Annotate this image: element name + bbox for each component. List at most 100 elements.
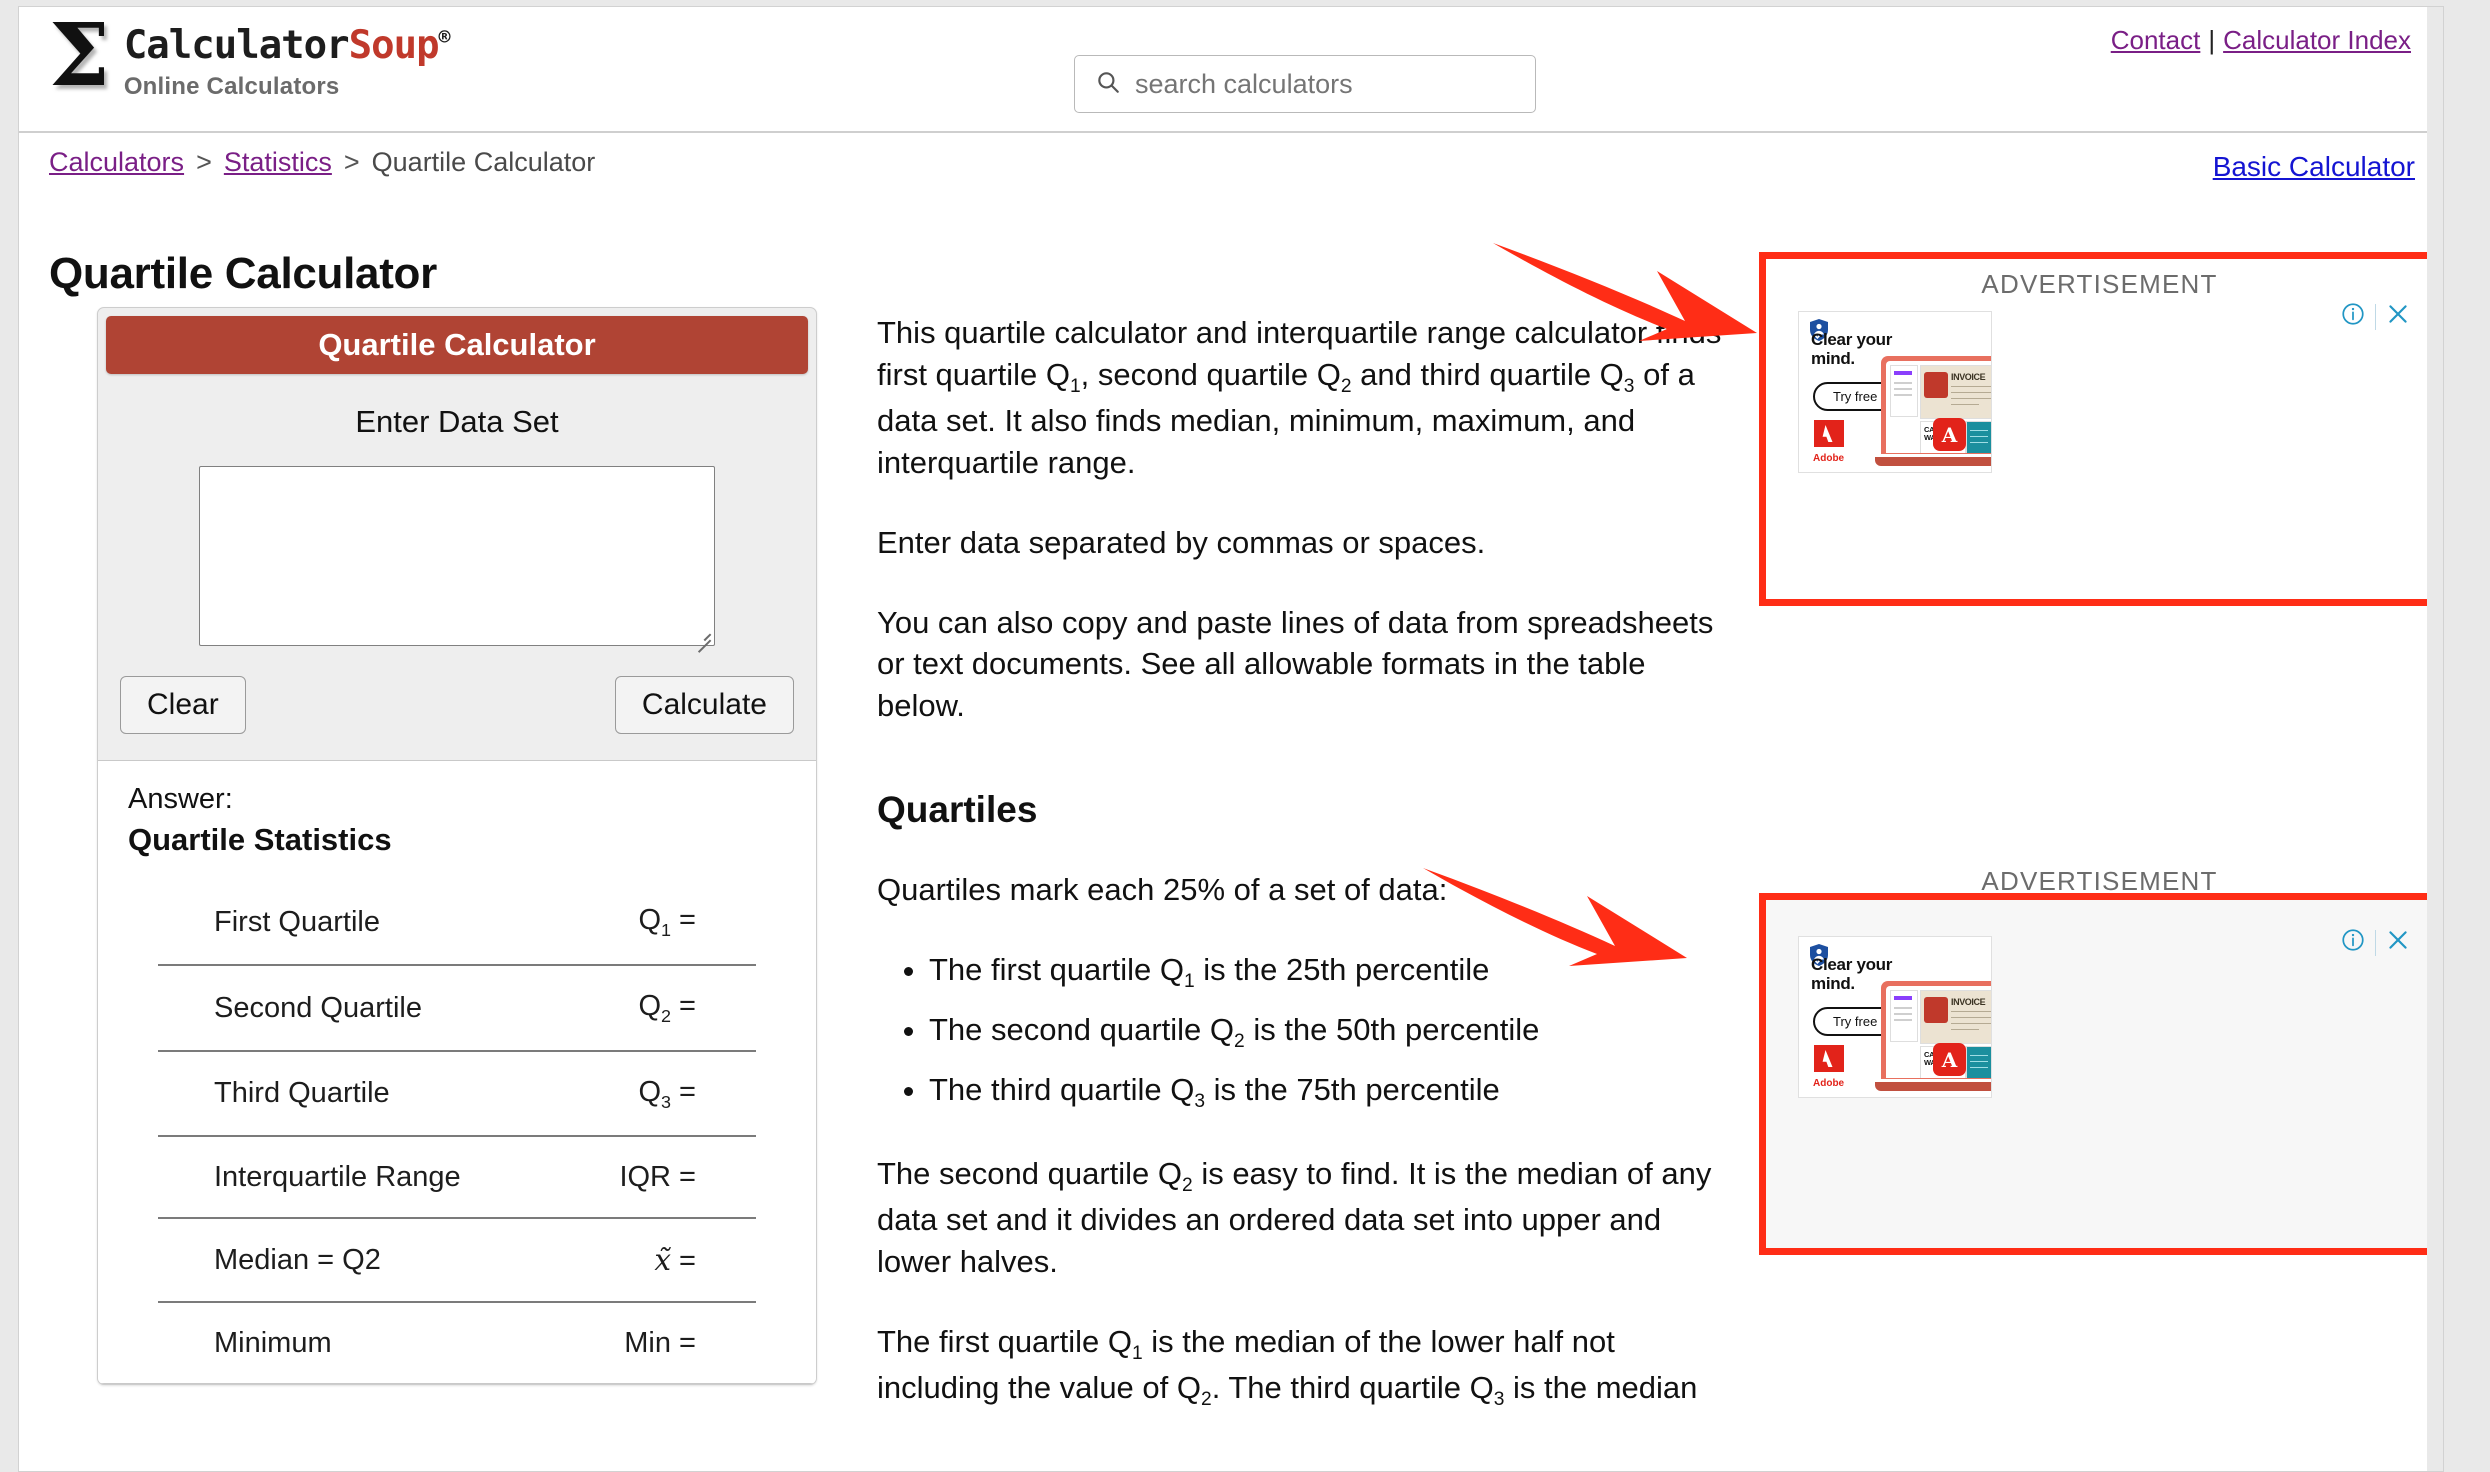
site-header: Σ CalculatorSoup® Online Calculators sea… (19, 7, 2443, 133)
site-logo[interactable]: Σ CalculatorSoup® Online Calculators (49, 6, 451, 106)
search-icon (1095, 69, 1121, 100)
invoice-doc-1: INVOICE (1920, 365, 1991, 419)
resize-grip-icon[interactable] (695, 627, 711, 643)
article-column: This quartile calculator and interquarti… (877, 312, 1737, 1451)
breadcrumb-row: Calculators > Statistics > Quartile Calculat… (19, 133, 2443, 191)
logo-wordmark: CalculatorSoup® (123, 23, 451, 68)
info-icon[interactable] (2340, 301, 2366, 332)
stat-symbol: Q3 = (570, 1049, 756, 1137)
registered-mark: ® (438, 25, 451, 49)
page-title: Quartile Calculator (49, 249, 437, 299)
search-input-placeholder[interactable]: search calculators (1135, 69, 1353, 100)
teal-flyer-doc-1 (1966, 421, 1991, 453)
breadcrumb: Calculators > Statistics > Quartile Calculat… (49, 147, 595, 178)
clear-button[interactable]: Clear (120, 676, 246, 734)
stat-label: Minimum (158, 1301, 571, 1384)
stat-symbol: Q1 = (638, 904, 696, 940)
answer-panel: Answer: Quartile Statistics First Quarti… (98, 760, 816, 1385)
teal-flyer-doc-2 (1966, 1046, 1991, 1078)
ad-creative-1[interactable]: Clear your mind. Try free Adobe INVOICE (1798, 311, 1992, 473)
list-item: The first quartile Q1 is the 25th percen… (929, 949, 1737, 995)
ad-label-2: ADVERTISEMENT (1981, 866, 2218, 896)
stat-symbol: Min = (570, 1301, 756, 1384)
list-item: The second quartile Q2 is the 50th perce… (929, 1009, 1737, 1055)
info-icon[interactable] (2340, 927, 2366, 958)
adobe-wordmark-2: Adobe (1813, 1078, 1845, 1089)
calculator-header: Quartile Calculator (106, 316, 808, 374)
adobe-logo-2: Adobe (1813, 1045, 1844, 1089)
p6-text-d: is the median (1504, 1370, 1698, 1406)
quartiles-heading: Quartiles (877, 789, 1038, 831)
intro-text-c: and third quartile Q (1351, 356, 1624, 392)
logo-tagline: Online Calculators (123, 73, 340, 100)
first-quartile-paragraph: The first quartile Q1 is the median of t… (877, 1321, 1737, 1413)
intro-text-b: , second quartile Q (1080, 356, 1341, 392)
calculator-index-link[interactable]: Calculator Index (2223, 25, 2411, 55)
ad-control-divider-2 (2375, 929, 2376, 956)
enter-data-set-label: Enter Data Set (355, 404, 559, 439)
ad-controls-1 (2340, 301, 2411, 332)
pdf-acrobat-icon-2: A (1933, 1043, 1966, 1076)
stat-label: Third Quartile (158, 1049, 571, 1137)
logo-main-text: Calculator (123, 23, 350, 68)
table-row: Minimum Min = (158, 1301, 756, 1384)
intro-paragraph: This quartile calculator and interquarti… (877, 312, 1737, 484)
invoice-title-2: INVOICE (1951, 997, 1986, 1007)
link-separator: | (2208, 25, 2216, 55)
ad-label-1: ADVERTISEMENT (1981, 269, 2218, 299)
answer-title: Quartile Statistics (128, 822, 392, 857)
list-item: The third quartile Q3 is the 75th percen… (929, 1069, 1737, 1115)
ad-creative-2[interactable]: Clear your mind. Try free Adobe INVOICE (1798, 936, 1992, 1098)
laptop-illustration-1: INVOICE CAMP WAIVER A (1875, 356, 1991, 466)
contact-link[interactable]: Contact (2111, 25, 2201, 55)
p6-text-c: . The third quartile Q (1211, 1370, 1494, 1406)
answer-label: Answer: (128, 783, 233, 815)
q2-sub-a: 2 (1340, 376, 1352, 398)
copy-paste-paragraph: You can also copy and paste lines of dat… (877, 604, 1714, 724)
stat-label: Second Quartile (158, 963, 571, 1051)
sigma-icon: Σ (49, 6, 110, 106)
invoice-title-1: INVOICE (1951, 372, 1986, 382)
q1-sub-a: 1 (1069, 376, 1081, 398)
stat-symbol: IQR = (570, 1135, 756, 1219)
search-box[interactable]: search calculators (1074, 55, 1536, 113)
quartiles-intro: Quartiles mark each 25% of a set of data… (877, 871, 1448, 907)
q3-sub-a: 3 (1623, 376, 1635, 398)
adobe-logo-1: Adobe (1813, 420, 1844, 464)
close-icon[interactable] (2385, 301, 2411, 332)
close-icon[interactable] (2385, 927, 2411, 958)
receipt-doc-2 (1890, 990, 1918, 1042)
quartile-calculator-card: Quartile Calculator Enter Data Set Clear… (97, 307, 817, 1386)
q3-sub-b: 3 (1493, 1389, 1505, 1411)
basic-calculator-link[interactable]: Basic Calculator (2213, 151, 2415, 183)
breadcrumb-statistics[interactable]: Statistics (224, 147, 332, 177)
second-quartile-paragraph: The second quartile Q2 is easy to find. … (877, 1153, 1737, 1283)
header-links: Contact | Calculator Index (2111, 25, 2411, 56)
data-set-textarea[interactable] (199, 466, 715, 646)
breadcrumb-sep-1: > (196, 147, 212, 177)
adobe-wordmark-1: Adobe (1813, 453, 1845, 464)
table-row: Median = Q2 x̃ = (158, 1217, 756, 1303)
stat-symbol: Q2 = (570, 963, 756, 1051)
page-root: Σ CalculatorSoup® Online Calculators sea… (18, 6, 2444, 1472)
p5-text-a: The second quartile Q (877, 1156, 1183, 1192)
stat-label: First Quartile (214, 905, 380, 938)
table-row: First Quartile Q1 = (158, 880, 756, 965)
enter-data-paragraph: Enter data separated by commas or spaces… (877, 524, 1486, 560)
advertisement-block-1: ADVERTISEMENT Clear your mind. Try free … (1759, 252, 2440, 606)
pdf-acrobat-icon-1: A (1933, 418, 1966, 451)
table-row: Interquartile Range IQR = (158, 1135, 756, 1219)
q2-sub-b: 2 (1182, 1175, 1193, 1197)
stat-label: Interquartile Range (158, 1135, 571, 1219)
ad-control-divider-1 (2375, 303, 2376, 330)
p6-text-a: The first quartile Q (877, 1324, 1132, 1359)
breadcrumb-sep-2: > (343, 147, 360, 177)
calculate-button[interactable]: Calculate (614, 676, 794, 734)
stat-label: Median = Q2 (158, 1217, 571, 1303)
breadcrumb-current: Quartile Calculator (371, 147, 596, 177)
quartile-statistics-table: First Quartile Q1 = Second Quartile Q2 = Thi… (158, 880, 756, 1384)
breadcrumb-calculators[interactable]: Calculators (49, 147, 184, 177)
page-right-edge (2427, 7, 2443, 1471)
table-row: Second Quartile Q2 = (158, 963, 756, 1051)
ad-controls-2 (2340, 927, 2411, 958)
